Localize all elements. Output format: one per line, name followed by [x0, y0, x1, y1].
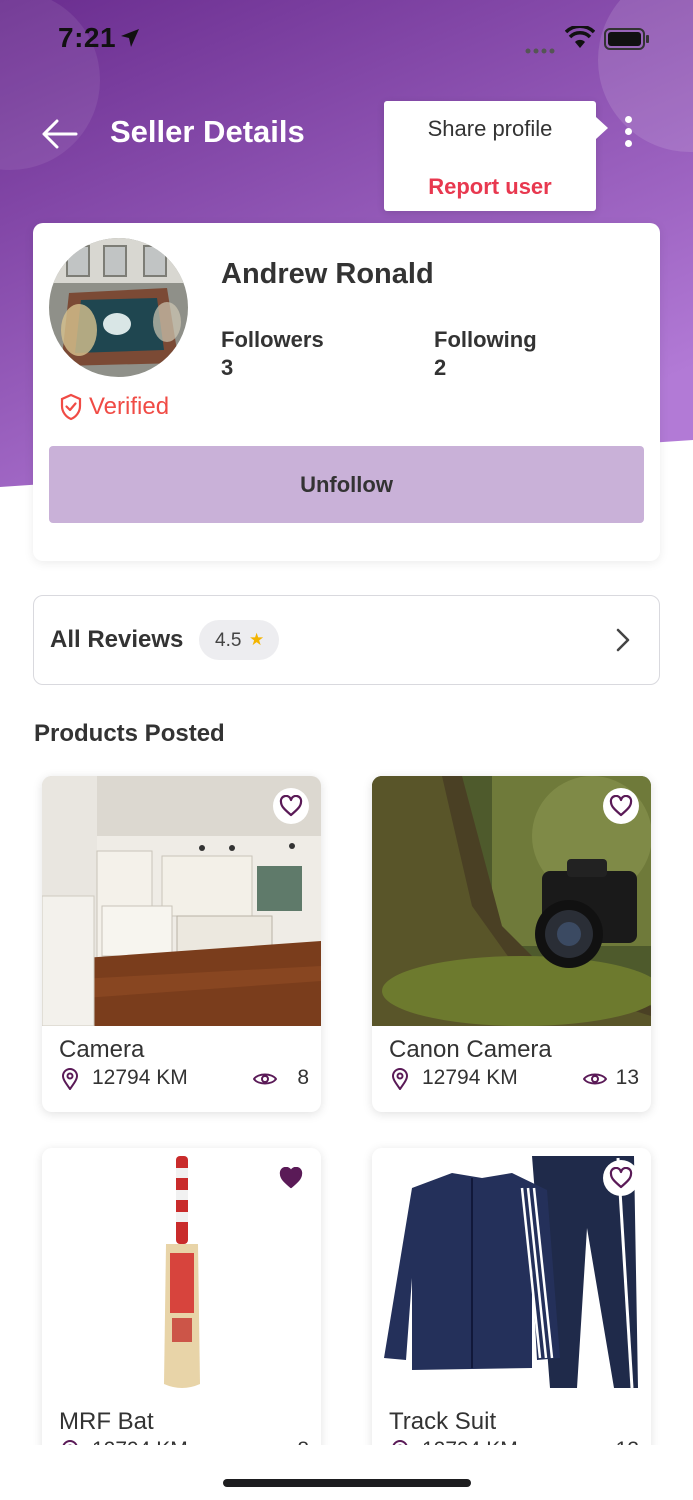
- battery-icon: [604, 28, 650, 55]
- eye-icon: [583, 1073, 607, 1085]
- verified-label: Verified: [89, 393, 170, 420]
- home-indicator: [223, 1479, 471, 1487]
- product-card-camera[interactable]: Camera 12794 KM 8: [42, 776, 321, 1112]
- page-title: Seller Details: [110, 114, 305, 149]
- followers-label: Followers: [221, 327, 324, 352]
- map-pin-icon: [61, 1068, 79, 1090]
- unfollow-button[interactable]: Unfollow: [49, 446, 644, 523]
- menu-item-report-user[interactable]: Report user: [384, 174, 596, 200]
- product-distance: 12794 KM: [422, 1066, 518, 1089]
- profile-options-menu: Share profile Report user: [384, 101, 608, 211]
- rating-badge: 4.5 ★: [199, 620, 279, 660]
- wifi-icon: [564, 24, 596, 55]
- product-name: Track Suit: [389, 1408, 497, 1435]
- all-reviews-row[interactable]: All Reviews 4.5 ★: [33, 595, 660, 685]
- verified-badge: Verified: [59, 393, 169, 423]
- status-time: 7:21: [58, 22, 117, 53]
- signal-icon: [525, 42, 557, 60]
- product-card-track-suit[interactable]: Track Suit 12794 KM 13: [372, 1148, 651, 1484]
- product-name: Camera: [59, 1036, 145, 1063]
- product-name: Canon Camera: [389, 1036, 552, 1063]
- favorite-heart-icon[interactable]: [603, 1160, 639, 1196]
- product-views: 8: [297, 1066, 309, 1089]
- following-count: 2: [434, 355, 447, 380]
- star-icon: ★: [249, 630, 265, 649]
- product-card-mrf-bat[interactable]: MRF Bat 12794 KM 8: [42, 1148, 321, 1484]
- avatar: [49, 238, 188, 377]
- more-vertical-icon[interactable]: [614, 116, 642, 156]
- bottom-safe-area: [0, 1445, 693, 1500]
- product-meta: 12794 KM 8: [59, 1066, 309, 1094]
- product-distance: 12794 KM: [92, 1066, 188, 1089]
- product-views: 13: [615, 1066, 639, 1089]
- favorite-heart-icon[interactable]: [273, 788, 309, 824]
- product-image: [372, 1148, 651, 1398]
- chevron-right-icon: [615, 628, 631, 657]
- favorite-heart-icon[interactable]: [273, 1160, 309, 1196]
- product-image: [42, 776, 321, 1026]
- product-image: [42, 1148, 321, 1398]
- product-meta: 12794 KM 13: [389, 1066, 639, 1094]
- shield-check-icon: [60, 393, 82, 421]
- product-name: MRF Bat: [59, 1408, 154, 1435]
- all-reviews-label: All Reviews: [50, 626, 184, 653]
- status-bar: 7:21: [0, 0, 693, 80]
- seller-card: Verified Andrew Ronald Followers 3 Follo…: [33, 223, 660, 561]
- eye-icon: [253, 1073, 277, 1085]
- product-card-canon-camera[interactable]: Canon Camera 12794 KM 13: [372, 776, 651, 1112]
- rating-value: 4.5: [215, 630, 242, 651]
- location-arrow-icon: [120, 28, 140, 53]
- product-image: [372, 776, 651, 1026]
- menu-item-share-profile[interactable]: Share profile: [384, 116, 596, 142]
- seller-name: Andrew Ronald: [221, 258, 434, 290]
- following-label: Following: [434, 327, 537, 352]
- favorite-heart-icon[interactable]: [603, 788, 639, 824]
- section-title-products: Products Posted: [34, 720, 225, 747]
- map-pin-icon: [391, 1068, 409, 1090]
- back-arrow-icon[interactable]: [40, 118, 78, 155]
- followers-count: 3: [221, 355, 234, 380]
